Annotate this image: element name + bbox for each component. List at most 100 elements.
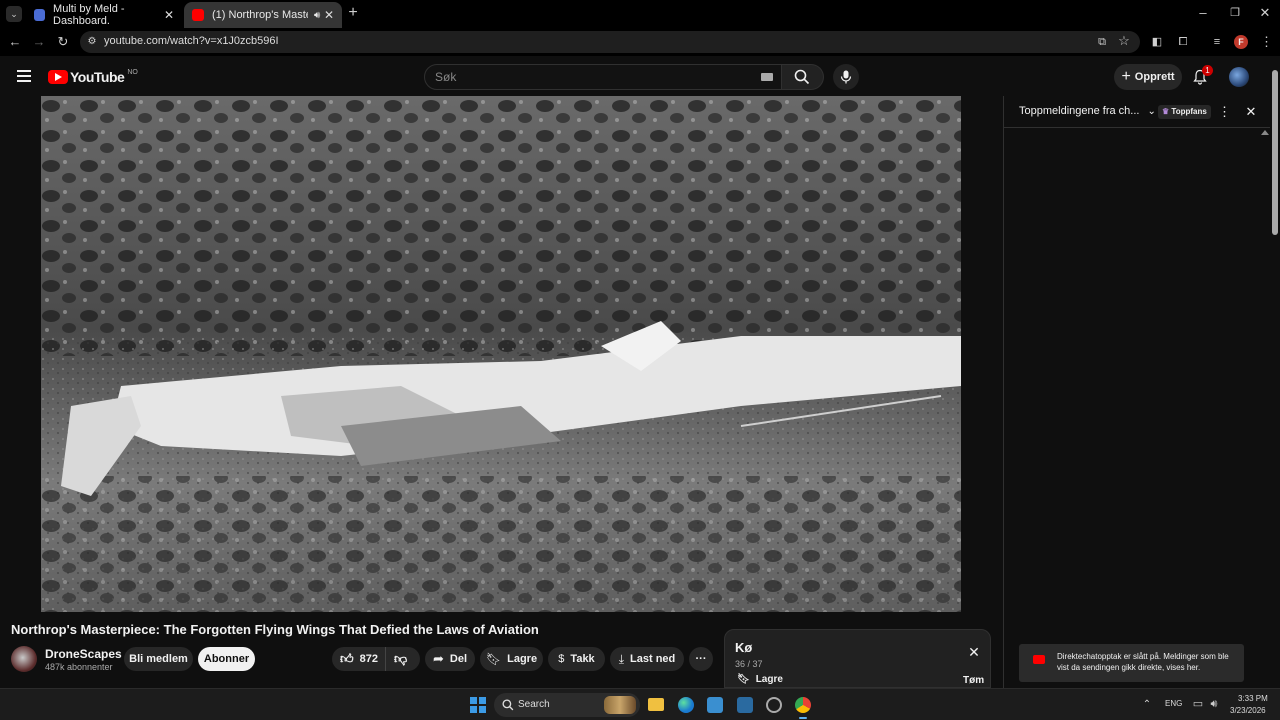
- toast-text: Direktechatopptak er slått på. Meldinger…: [1057, 652, 1229, 672]
- youtube-play-icon: [48, 70, 68, 84]
- thumbs-down-icon[interactable]: 👎︎: [394, 651, 407, 667]
- queue-title: Kø: [735, 640, 753, 655]
- restore-icon[interactable]: ❐: [1228, 6, 1242, 20]
- clock-date[interactable]: 3/23/2026: [1230, 706, 1266, 715]
- close-window-icon[interactable]: ✕: [1258, 6, 1272, 20]
- chrome-active-indicator: [799, 717, 807, 719]
- channel-name[interactable]: DroneScapes: [45, 647, 122, 661]
- microphone-icon: [840, 70, 852, 84]
- chat-mode-selector[interactable]: Toppmeldingene fra ch... ⌄: [1019, 105, 1156, 117]
- account-avatar[interactable]: [1229, 67, 1249, 87]
- tab-title: (1) Northrop's Masterpiece: [212, 9, 308, 21]
- youtube-logo[interactable]: YouTube NO: [48, 69, 138, 85]
- chat-replay-toast: Direktechatopptak er slått på. Meldinger…: [1019, 644, 1244, 682]
- save-button[interactable]: 🔖︎ Lagre: [480, 647, 543, 671]
- queue-panel: Kø 36 / 37 ✕ 🔖︎ Lagre Tøm: [724, 629, 991, 688]
- new-tab-icon[interactable]: +: [346, 5, 360, 21]
- file-explorer-icon[interactable]: [648, 698, 664, 711]
- create-button[interactable]: + Opprett: [1114, 64, 1182, 90]
- close-chat-icon[interactable]: ✕: [1244, 105, 1258, 119]
- more-actions-button[interactable]: ···: [689, 647, 713, 671]
- queue-clear-button[interactable]: Tøm: [963, 675, 984, 686]
- download-label: Last ned: [630, 653, 676, 665]
- keyboard-icon[interactable]: [761, 73, 773, 81]
- close-queue-icon[interactable]: ✕: [967, 645, 981, 659]
- extension-icon[interactable]: ◧: [1150, 35, 1164, 49]
- queue-save-button[interactable]: 🔖︎ Lagre: [737, 674, 783, 685]
- chat-scrollbar-up-icon[interactable]: [1261, 130, 1269, 135]
- video-title: Northrop's Masterpiece: The Forgotten Fl…: [11, 622, 539, 637]
- menu-kebab-icon[interactable]: ⋮: [1260, 35, 1273, 49]
- join-button[interactable]: Bli medlem: [124, 647, 193, 671]
- forward-icon[interactable]: →: [32, 35, 46, 49]
- settings-app-icon[interactable]: [766, 697, 782, 713]
- clock-time[interactable]: 3:33 PM: [1238, 694, 1268, 703]
- channel-avatar[interactable]: [11, 646, 37, 672]
- chat-header-title: Toppmeldingene fra ch...: [1019, 105, 1140, 117]
- profile-avatar[interactable]: F: [1234, 35, 1248, 49]
- close-icon[interactable]: ✕: [164, 8, 174, 22]
- bookmark-star-icon[interactable]: ☆: [1118, 34, 1130, 48]
- taskbar-search-box[interactable]: Search: [494, 693, 640, 717]
- tab-search-button[interactable]: ⌄: [6, 6, 22, 22]
- search-button[interactable]: [782, 64, 824, 90]
- hamburger-menu-icon[interactable]: [17, 70, 31, 82]
- crown-icon: ♛: [1162, 107, 1170, 116]
- create-label: Opprett: [1134, 71, 1175, 83]
- taskbar-search-label: Search: [518, 699, 550, 710]
- puzzle-icon[interactable]: ⧠: [1176, 35, 1190, 49]
- video-player[interactable]: [41, 96, 961, 612]
- speaker-icon[interactable]: 🔊︎: [314, 10, 320, 21]
- page-scrollbar[interactable]: [1270, 60, 1280, 688]
- subscriber-count: 487k abonnenter: [45, 662, 113, 672]
- share-label: Del: [449, 653, 468, 665]
- top-fans-badge[interactable]: ♛ Toppfans: [1158, 105, 1211, 119]
- share-icon: ➦: [432, 651, 444, 666]
- edge-browser-icon[interactable]: [678, 697, 694, 713]
- like-button[interactable]: 👍︎ 872: [332, 647, 386, 671]
- network-icon[interactable]: ▭: [1192, 697, 1204, 711]
- site-info-icon[interactable]: ⚙: [86, 35, 98, 49]
- language-indicator[interactable]: ENG: [1165, 699, 1182, 708]
- chat-menu-kebab-icon[interactable]: ⋮: [1218, 105, 1231, 119]
- install-app-icon[interactable]: ⧉: [1096, 35, 1108, 49]
- chrome-browser-icon[interactable]: [795, 697, 811, 713]
- chevron-down-icon: ⌄: [10, 9, 18, 19]
- download-icon: ⤓: [618, 651, 625, 666]
- queue-position: 36 / 37: [735, 659, 763, 669]
- subscribe-button[interactable]: Abonner: [198, 647, 255, 671]
- reading-list-icon[interactable]: ≡: [1210, 35, 1224, 49]
- video-frame: [41, 96, 961, 612]
- back-icon[interactable]: ←: [8, 35, 22, 49]
- thanks-button[interactable]: $ Takk: [548, 647, 605, 671]
- volume-icon[interactable]: 🔊︎: [1208, 697, 1220, 711]
- photos-app-icon[interactable]: [737, 697, 753, 713]
- minimize-icon[interactable]: –: [1196, 6, 1210, 20]
- chevron-down-icon: ⌄: [1147, 105, 1156, 117]
- address-bar[interactable]: ⚙ youtube.com/watch?v=x1J0zcb596I ⧉ ☆: [80, 31, 1140, 53]
- scrollbar-thumb[interactable]: [1272, 70, 1278, 235]
- chat-header: Toppmeldingene fra ch... ⌄ ♛ Toppfans ⋮ …: [1004, 96, 1270, 128]
- store-app-icon[interactable]: [707, 697, 723, 713]
- live-chat-panel: Toppmeldingene fra ch... ⌄ ♛ Toppfans ⋮ …: [1003, 96, 1270, 688]
- voice-search-button[interactable]: [833, 64, 859, 90]
- windows-taskbar: Search ⌃ ENG ▭ 🔊︎ 3:33 PM 3/23/2026: [0, 688, 1280, 720]
- tab-meld-dashboard[interactable]: Multi by Meld - Dashboard. ✕: [26, 2, 182, 28]
- notifications-button[interactable]: 1: [1192, 65, 1213, 86]
- thanks-label: Takk: [570, 653, 595, 665]
- bookmark-icon: 🔖︎: [485, 652, 502, 666]
- search-input[interactable]: Søk: [424, 64, 782, 90]
- more-horizontal-icon: ···: [695, 653, 707, 665]
- windows-start-icon[interactable]: [470, 697, 486, 713]
- search-icon: [502, 699, 514, 711]
- download-button[interactable]: ⤓ Last ned: [610, 647, 684, 671]
- tab-youtube-video[interactable]: (1) Northrop's Masterpiece 🔊︎ ✕: [184, 2, 342, 28]
- search-highlight-icon: [604, 696, 636, 714]
- close-icon[interactable]: ✕: [324, 8, 334, 22]
- browser-tab-bar: ⌄ Multi by Meld - Dashboard. ✕ (1) North…: [0, 0, 1280, 28]
- thumbs-up-icon: 👍︎: [340, 651, 354, 666]
- reload-icon[interactable]: ↻: [56, 35, 70, 49]
- share-button[interactable]: ➦ Del: [425, 647, 475, 671]
- plus-icon: +: [1121, 68, 1131, 85]
- tray-overflow-chevron-icon[interactable]: ⌃: [1141, 698, 1153, 712]
